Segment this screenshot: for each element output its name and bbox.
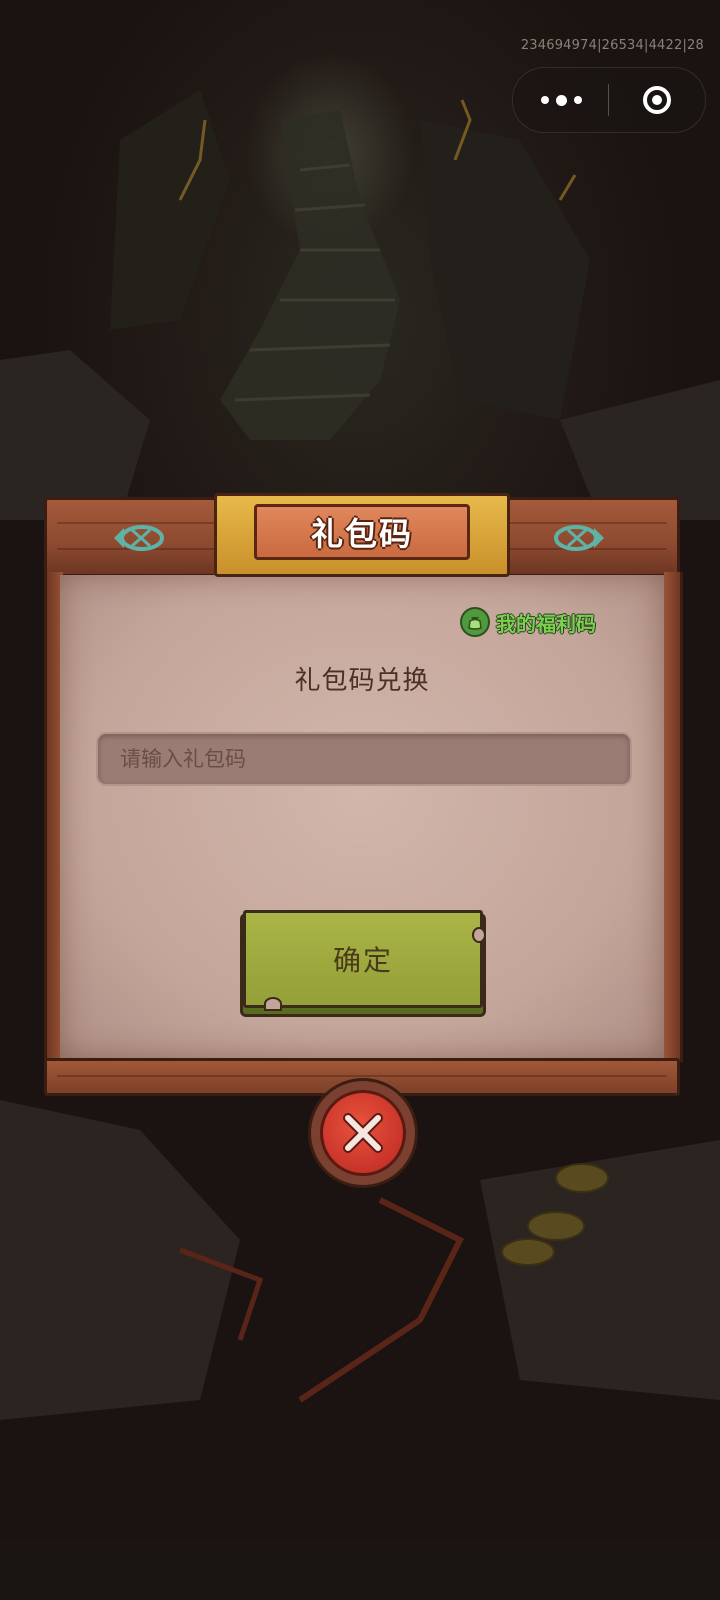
mini-program-close-icon[interactable] [609, 68, 705, 132]
more-dots-icon[interactable] [513, 68, 609, 132]
title-plaque: 礼包码 [254, 504, 470, 560]
confirm-button-label: 确定 [332, 944, 393, 977]
fish-ornament-icon [554, 525, 604, 551]
gift-code-input[interactable] [98, 734, 630, 784]
session-id-text: 234694974|26534|4422|28 [520, 38, 704, 53]
my-welfare-code-link[interactable]: 我的福利码 [460, 606, 596, 638]
mini-program-capsule [512, 67, 706, 133]
confirm-button[interactable]: 确定 [243, 910, 486, 1011]
close-x-icon [343, 1113, 383, 1153]
gift-code-field[interactable] [96, 732, 632, 786]
dialog-title: 礼包码 [310, 515, 413, 553]
close-dialog-button[interactable] [308, 1078, 418, 1188]
welfare-link-label: 我的福利码 [496, 611, 596, 636]
dialog-frame-right [664, 572, 683, 1062]
dialog-subtitle: 礼包码兑换 [294, 666, 430, 696]
fish-ornament-icon [114, 525, 164, 551]
gift-bag-icon [460, 607, 490, 637]
